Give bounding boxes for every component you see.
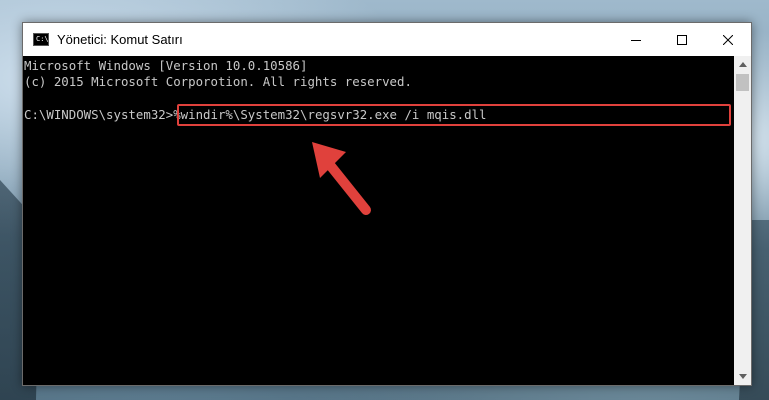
console-prompt: C:\WINDOWS\system32> xyxy=(24,107,174,122)
console-output[interactable]: Microsoft Windows [Version 10.0.10586] (… xyxy=(23,56,734,385)
close-icon xyxy=(723,34,733,45)
scroll-up-button[interactable] xyxy=(734,56,751,73)
minimize-icon xyxy=(631,39,641,41)
console-line-version: Microsoft Windows [Version 10.0.10586] xyxy=(24,58,308,73)
cmd-icon: C:\ xyxy=(33,33,49,46)
window-title: Yönetici: Komut Satırı xyxy=(57,32,183,47)
maximize-button[interactable] xyxy=(659,23,705,56)
command-highlight-box xyxy=(177,104,731,126)
window-controls xyxy=(613,23,751,56)
red-arrow-icon xyxy=(312,142,371,215)
vertical-scrollbar[interactable] xyxy=(734,56,751,385)
scroll-up-icon xyxy=(738,62,747,67)
close-button[interactable] xyxy=(705,23,751,56)
maximize-icon xyxy=(677,34,687,45)
console-line-copyright: (c) 2015 Microsoft Corporotion. All righ… xyxy=(24,74,412,89)
minimize-button[interactable] xyxy=(613,23,659,56)
scroll-down-icon xyxy=(738,374,747,379)
scroll-down-button[interactable] xyxy=(734,368,751,385)
scrollbar-thumb[interactable] xyxy=(736,74,749,91)
title-bar[interactable]: C:\ Yönetici: Komut Satırı xyxy=(23,23,751,56)
